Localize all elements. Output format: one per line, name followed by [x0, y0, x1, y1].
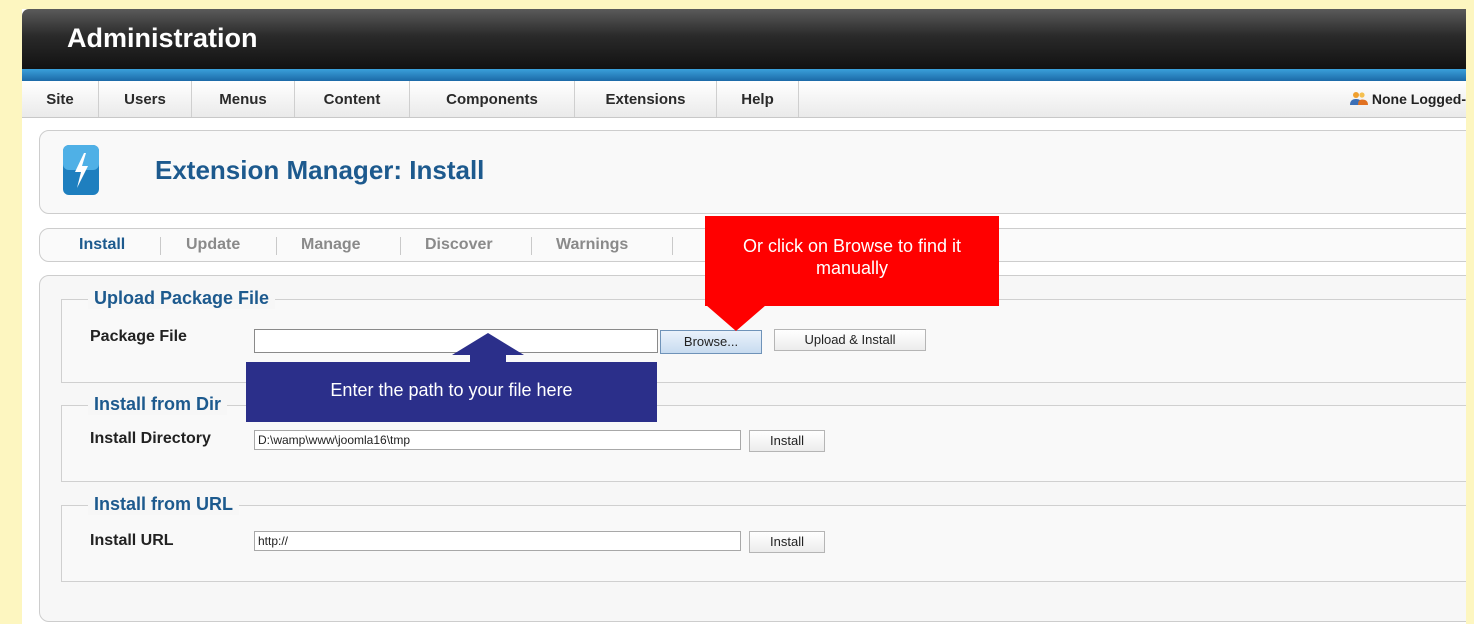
install-directory-legend: Install from Dir	[88, 394, 228, 415]
install-url-legend: Install from URL	[88, 494, 240, 515]
browse-hint-arrow	[706, 305, 766, 331]
tab-install[interactable]: Install	[79, 229, 125, 261]
extension-manager-icon	[63, 145, 99, 195]
tab-manage[interactable]: Manage	[301, 229, 361, 261]
tab-separator	[276, 237, 277, 255]
tab-discover[interactable]: Discover	[425, 229, 493, 261]
browse-button[interactable]: Browse...	[660, 330, 762, 354]
users-icon	[1349, 92, 1368, 105]
admin-title: Administration	[67, 23, 258, 53]
header-accent-bar	[22, 69, 1466, 81]
toolbar-box: Extension Manager: Install	[39, 130, 1466, 214]
tab-warnings[interactable]: Warnings	[556, 229, 628, 261]
path-hint-callout: Enter the path to your file here	[246, 362, 657, 422]
tab-separator	[672, 237, 673, 255]
menu-content[interactable]: Content	[295, 81, 410, 117]
tab-separator	[531, 237, 532, 255]
menu-menus[interactable]: Menus	[192, 81, 295, 117]
page-title: Extension Manager: Install	[155, 155, 485, 185]
admin-header: Administration	[22, 9, 1466, 69]
user-status-text: None Logged-	[1371, 91, 1466, 107]
tab-separator	[160, 237, 161, 255]
install-directory-label: Install Directory	[90, 430, 211, 447]
menu-site[interactable]: Site	[22, 81, 99, 117]
menu-help[interactable]: Help	[717, 81, 799, 117]
install-url-button[interactable]: Install	[749, 531, 825, 553]
path-hint-arrow	[452, 333, 524, 363]
main-menubar: Site Users Menus Content Components Exte…	[22, 81, 1466, 118]
upload-install-button[interactable]: Upload & Install	[774, 329, 926, 351]
install-url-fieldset: Install from URL Install URL Install	[61, 494, 1466, 582]
upload-package-legend: Upload Package File	[88, 288, 276, 309]
install-directory-button[interactable]: Install	[749, 430, 825, 452]
package-file-label: Package File	[90, 328, 187, 345]
tab-separator	[400, 237, 401, 255]
user-status: None Logged-	[1349, 81, 1466, 117]
browse-hint-callout: Or click on Browse to find it manually	[705, 216, 999, 306]
tab-update[interactable]: Update	[186, 229, 240, 261]
install-directory-input[interactable]	[254, 430, 741, 450]
install-url-input[interactable]	[254, 531, 741, 551]
menu-users[interactable]: Users	[99, 81, 192, 117]
install-url-label: Install URL	[90, 532, 174, 549]
menu-extensions[interactable]: Extensions	[575, 81, 717, 117]
menu-components[interactable]: Components	[410, 81, 575, 117]
